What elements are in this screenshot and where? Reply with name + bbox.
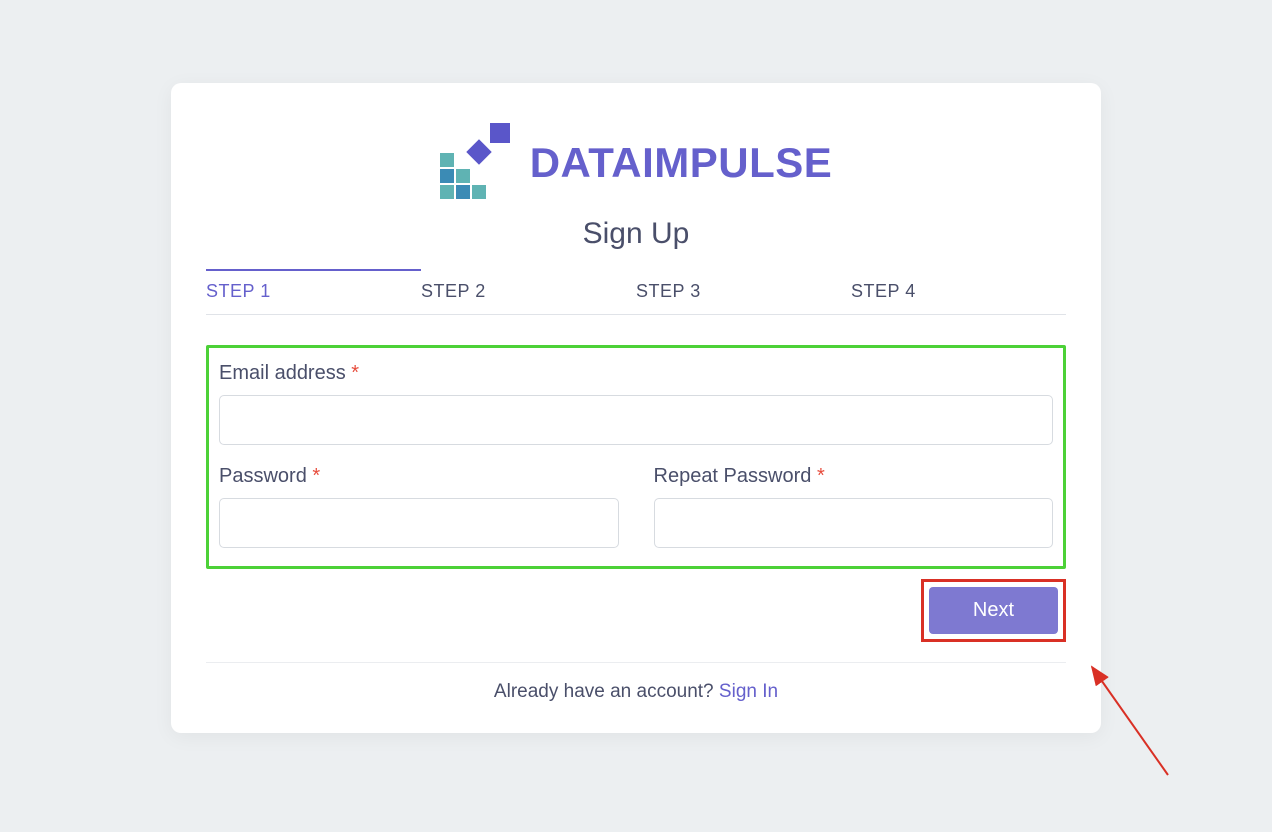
password-field-group: Password * bbox=[219, 465, 619, 548]
email-input[interactable] bbox=[219, 395, 1053, 445]
tab-step-2[interactable]: STEP 2 bbox=[421, 269, 636, 314]
email-label: Email address * bbox=[219, 362, 1053, 385]
password-label-text: Password bbox=[219, 465, 307, 487]
password-row: Password * Repeat Password * bbox=[219, 465, 1053, 548]
repeat-password-input[interactable] bbox=[654, 498, 1054, 548]
tab-step-3[interactable]: STEP 3 bbox=[636, 269, 851, 314]
step-tabs: STEP 1 STEP 2 STEP 3 STEP 4 bbox=[206, 269, 1066, 315]
brand-logo: DATAIMPULSE bbox=[440, 123, 833, 203]
repeat-password-field-group: Repeat Password * bbox=[654, 465, 1054, 548]
tab-step-1[interactable]: STEP 1 bbox=[206, 269, 421, 314]
next-button-callout: Next bbox=[921, 579, 1066, 642]
email-label-text: Email address bbox=[219, 362, 346, 384]
divider bbox=[206, 662, 1066, 663]
tab-step-4[interactable]: STEP 4 bbox=[851, 269, 1066, 314]
logo-mark-icon bbox=[440, 123, 512, 203]
brand-name: DATAIMPULSE bbox=[530, 139, 833, 187]
email-field-group: Email address * bbox=[219, 362, 1053, 445]
already-text: Already have an account? bbox=[494, 681, 719, 702]
button-row: Next bbox=[206, 579, 1066, 642]
repeat-password-label: Repeat Password * bbox=[654, 465, 1054, 488]
signin-link[interactable]: Sign In bbox=[719, 681, 778, 702]
page-title: Sign Up bbox=[206, 217, 1066, 251]
signup-card: DATAIMPULSE Sign Up STEP 1 STEP 2 STEP 3… bbox=[171, 83, 1101, 733]
required-mark: * bbox=[351, 362, 359, 384]
form-highlight-box: Email address * Password * Repeat Passwo… bbox=[206, 345, 1066, 569]
repeat-password-label-text: Repeat Password bbox=[654, 465, 812, 487]
next-button[interactable]: Next bbox=[929, 587, 1058, 634]
signin-row: Already have an account? Sign In bbox=[206, 681, 1066, 703]
required-mark: * bbox=[817, 465, 825, 487]
required-mark: * bbox=[312, 465, 320, 487]
password-label: Password * bbox=[219, 465, 619, 488]
password-input[interactable] bbox=[219, 498, 619, 548]
logo-row: DATAIMPULSE bbox=[206, 123, 1066, 203]
